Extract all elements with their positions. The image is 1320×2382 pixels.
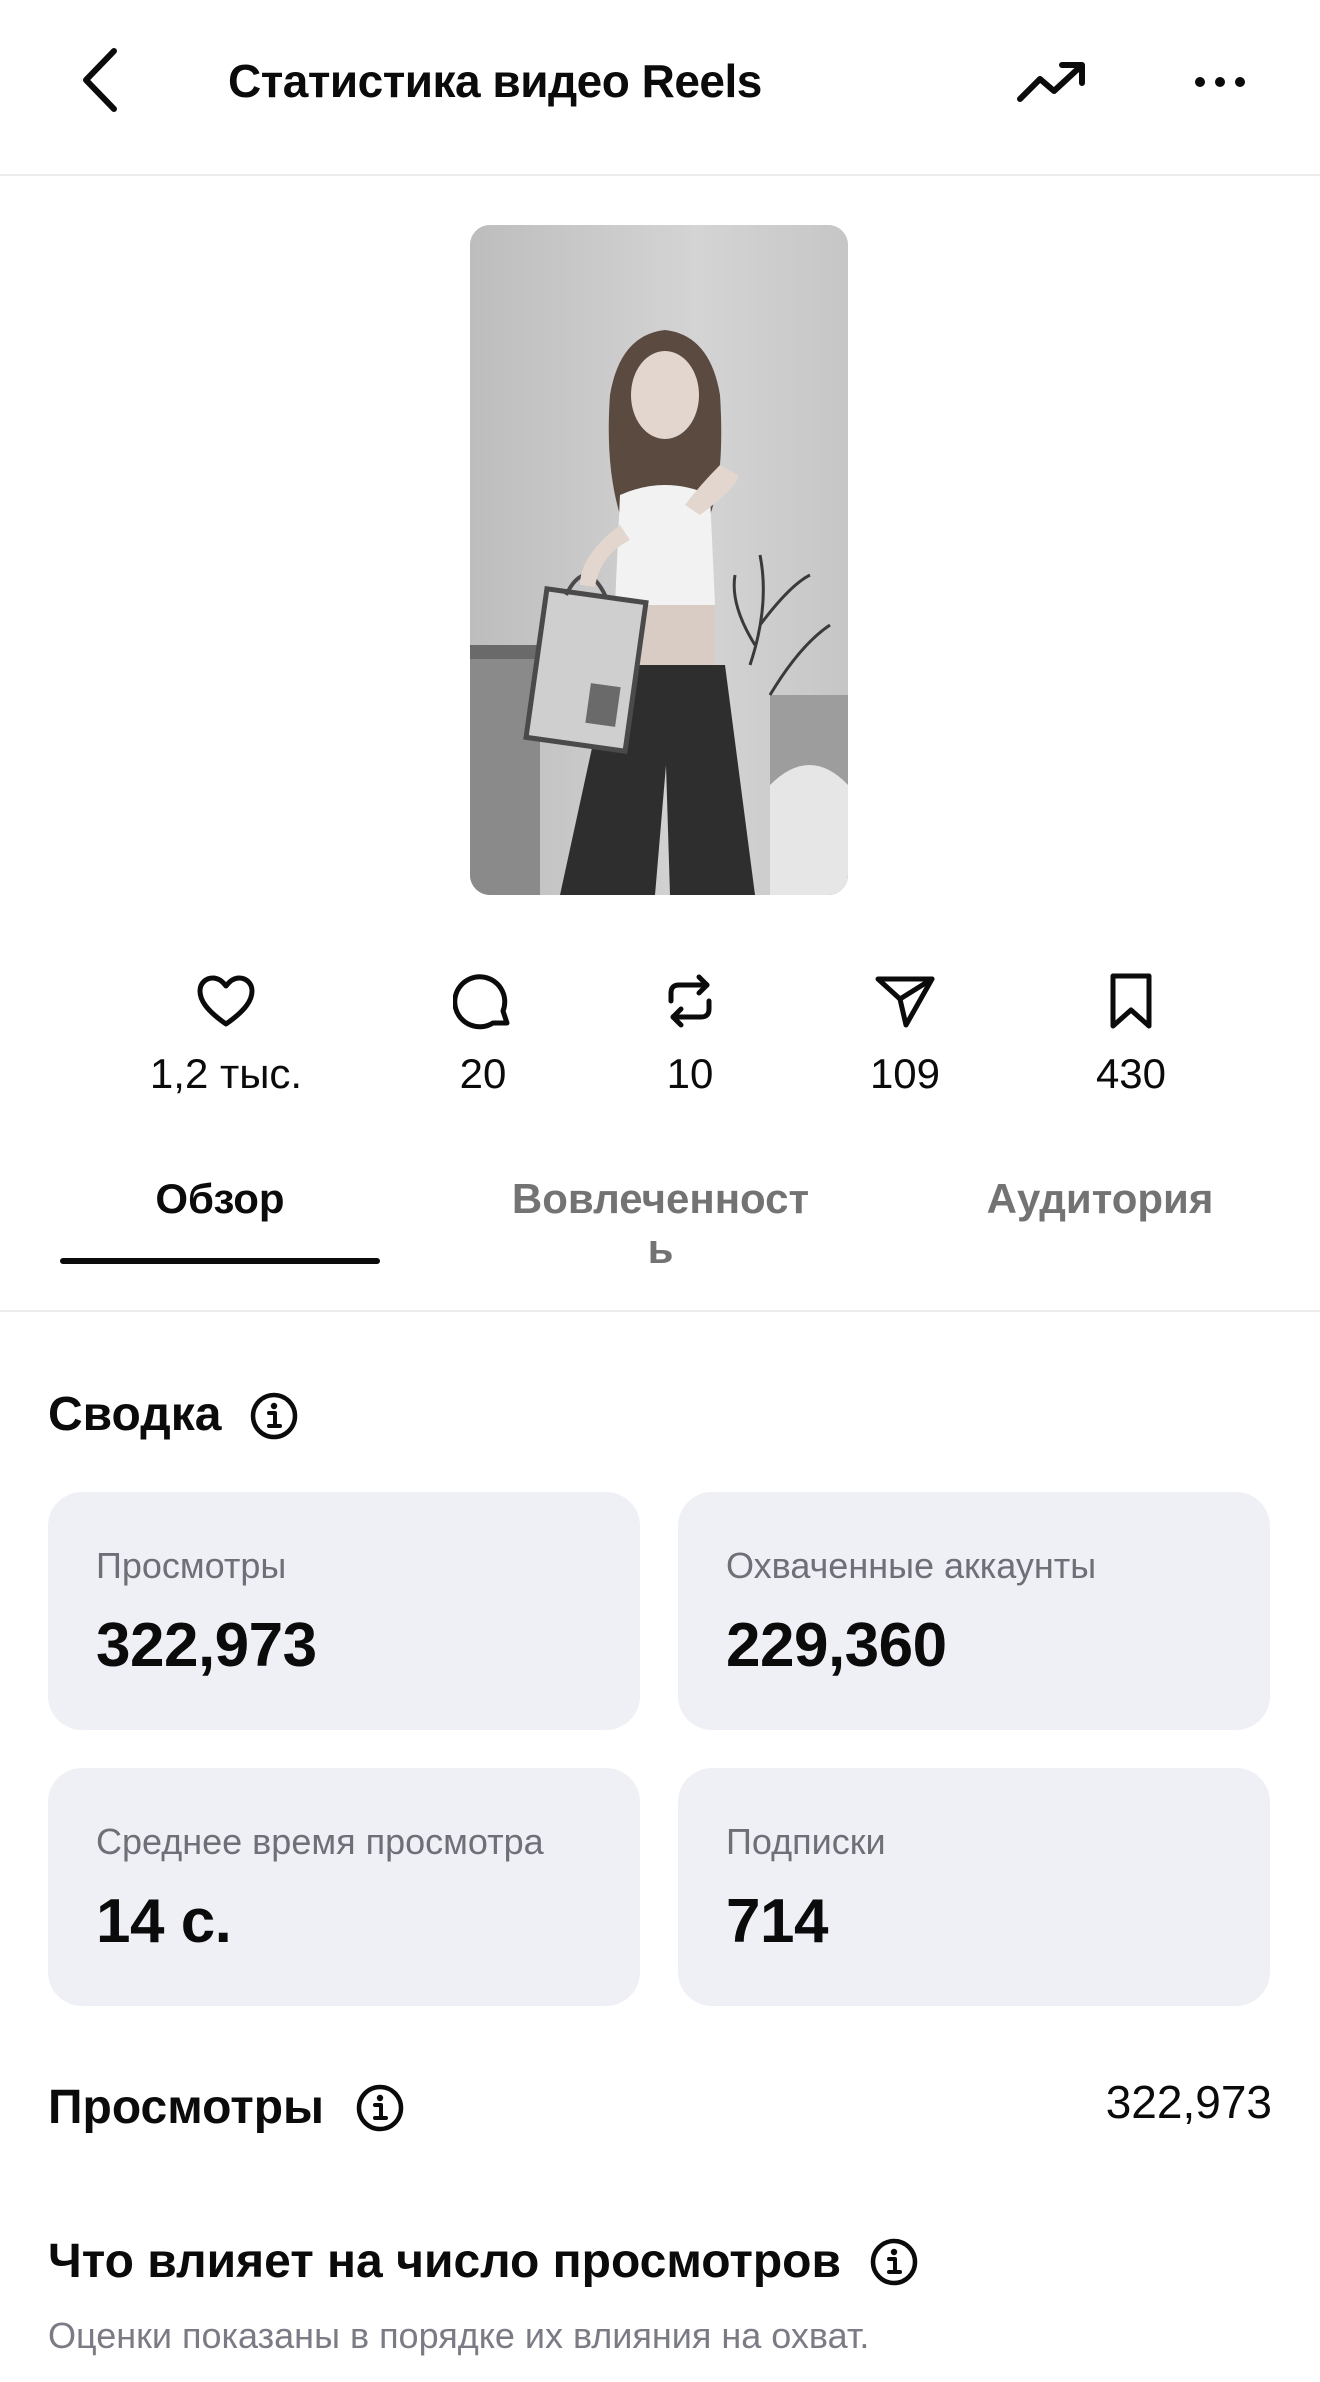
likes-count: 1,2 тыс.	[149, 1050, 303, 1097]
trend-button[interactable]	[1010, 44, 1094, 120]
comments-stat: 20	[383, 968, 583, 1100]
views-section-title: Просмотры	[48, 2081, 325, 2134]
follows-card-value: 714	[726, 1887, 828, 1956]
views-total: 322,973	[1105, 2076, 1272, 2128]
views-info-button[interactable]	[352, 2080, 408, 2136]
influence-info-button[interactable]	[866, 2234, 922, 2290]
header-bar: Статистика видео Reels	[0, 0, 1320, 176]
tab-audience[interactable]: Аудитория	[960, 1174, 1240, 1224]
info-icon	[356, 2084, 404, 2132]
tab-overview[interactable]: Обзор	[60, 1174, 380, 1224]
avg-watch-time-card-label: Среднее время просмотра	[96, 1821, 544, 1862]
summary-title: Сводка	[48, 1388, 222, 1441]
chevron-left-icon	[83, 48, 117, 112]
reached-accounts-card-label: Охваченные аккаунты	[726, 1545, 1097, 1586]
shares-count: 109	[869, 1050, 941, 1097]
summary-info-button[interactable]	[246, 1388, 302, 1444]
follows-card-label: Подписки	[726, 1821, 886, 1862]
info-icon	[870, 2238, 918, 2286]
influence-note: Оценки показаны в порядке их влияния на …	[48, 2315, 870, 2356]
reel-thumbnail-image	[470, 225, 848, 895]
follows-card[interactable]: Подписки 714	[678, 1768, 1270, 2006]
comments-count: 20	[459, 1050, 507, 1097]
more-options-button[interactable]	[1180, 44, 1260, 120]
influence-title: Что влияет на число просмотров	[48, 2235, 842, 2288]
active-tab-indicator	[60, 1258, 380, 1264]
back-button[interactable]	[60, 40, 140, 120]
shares-stat: 109	[805, 968, 1005, 1100]
repost-icon	[668, 974, 712, 1028]
saves-count: 430	[1095, 1050, 1167, 1097]
page-title: Статистика видео Reels	[228, 55, 762, 107]
reels-insights-screen: Статистика видео Reels 1,2 тыс. 20 10 10…	[0, 0, 1320, 2382]
reached-accounts-card[interactable]: Охваченные аккаунты 229,360	[678, 1492, 1270, 1730]
insights-tabs: Обзор Вовлеченность Аудитория	[0, 1160, 1320, 1312]
reel-thumbnail[interactable]	[470, 225, 848, 895]
likes-stat: 1,2 тыс.	[126, 968, 326, 1100]
more-horizontal-icon	[1195, 77, 1245, 87]
avg-watch-time-card-value: 14 с.	[96, 1887, 232, 1956]
avg-watch-time-card[interactable]: Среднее время просмотра 14 с.	[48, 1768, 640, 2006]
share-icon	[875, 976, 935, 1028]
reached-accounts-card-value: 229,360	[726, 1611, 947, 1680]
heart-icon	[197, 975, 255, 1027]
comment-icon	[453, 974, 510, 1030]
info-icon	[250, 1392, 298, 1440]
trending-up-icon	[1017, 62, 1085, 102]
reposts-count: 10	[666, 1050, 714, 1097]
tab-engagement[interactable]: Вовлеченность	[508, 1174, 813, 1274]
views-card-label: Просмотры	[96, 1545, 287, 1586]
views-card[interactable]: Просмотры 322,973	[48, 1492, 640, 1730]
views-card-value: 322,973	[96, 1611, 317, 1680]
saves-stat: 430	[1031, 968, 1231, 1100]
reposts-stat: 10	[590, 968, 790, 1100]
bookmark-icon	[1110, 973, 1152, 1029]
